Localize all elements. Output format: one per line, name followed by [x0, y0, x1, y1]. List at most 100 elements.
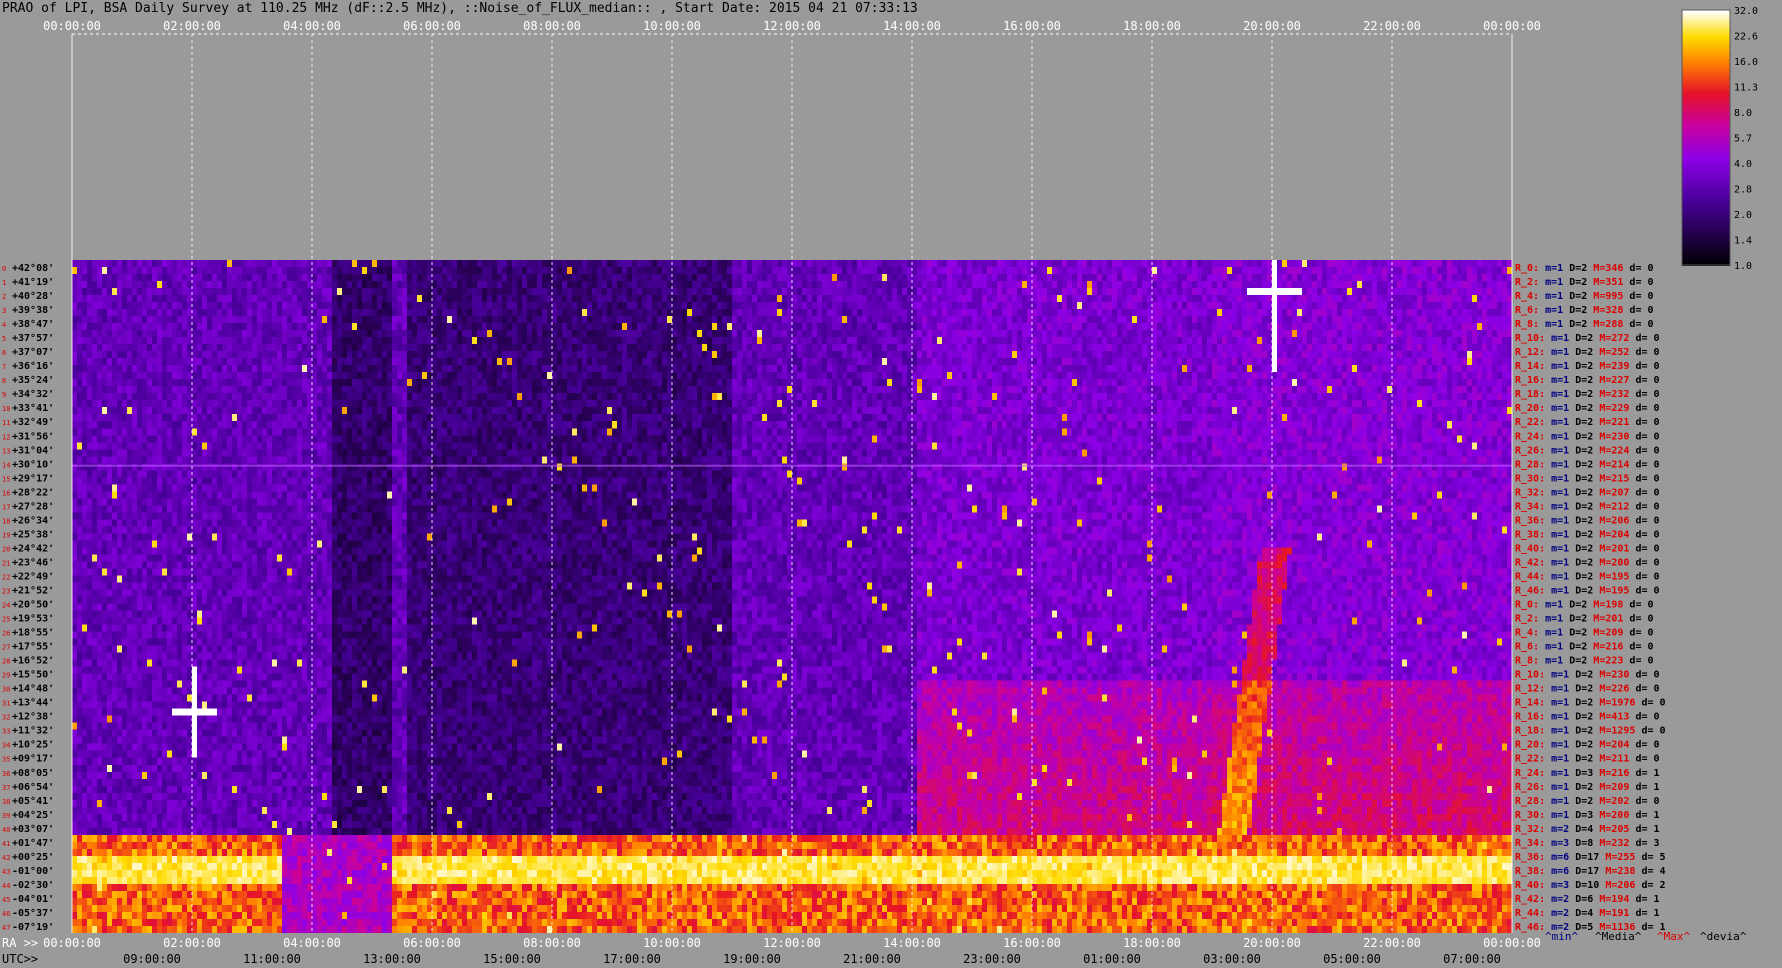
declination-label: +01°47'	[12, 838, 54, 849]
row-number: 44	[2, 882, 10, 890]
right-stats-row: R_42: m=2 D=6 M=194 d= 1	[1515, 894, 1660, 905]
utc-tick-label: 05:00:00	[1323, 952, 1381, 966]
stats-legend-label: ^Max^	[1657, 930, 1690, 943]
declination-label: +17°55'	[12, 642, 54, 653]
ra-axis-label: RA >>	[2, 936, 38, 950]
right-stats-row: R_8: m=1 D=2 M=223 d= 0	[1515, 656, 1654, 667]
row-number: 28	[2, 658, 10, 666]
row-number: 40	[2, 826, 10, 834]
right-stats-row: R_38: m=1 D=2 M=204 d= 0	[1515, 529, 1660, 540]
right-stats-row: R_44: m=2 D=4 M=191 d= 1	[1515, 908, 1660, 919]
row-number: 3	[2, 307, 6, 315]
declination-label: -07°19'	[12, 922, 54, 933]
right-stats-row: R_30: m=1 D=3 M=200 d= 1	[1515, 810, 1660, 821]
ra-tick-label: 12:00:00	[763, 936, 821, 950]
right-stats-row: R_4: m=1 D=2 M=209 d= 0	[1515, 628, 1654, 639]
row-number: 33	[2, 728, 10, 736]
utc-tick-label: 17:00:00	[603, 952, 661, 966]
declination-label: +29°17'	[12, 473, 54, 484]
right-stats-row: R_40: m=1 D=2 M=201 d= 0	[1515, 543, 1660, 554]
right-stats-row: R_22: m=1 D=2 M=211 d= 0	[1515, 754, 1660, 765]
declination-label: +21°52'	[12, 585, 54, 596]
declination-label: +19°53'	[12, 614, 54, 625]
right-stats-row: R_2: m=1 D=2 M=351 d= 0	[1515, 277, 1654, 288]
stats-legend-label: ^Media^	[1595, 930, 1642, 943]
right-stats-row: R_32: m=2 D=4 M=205 d= 1	[1515, 824, 1660, 835]
row-number: 8	[2, 377, 6, 385]
declination-label: +39°38'	[12, 305, 54, 316]
right-stats-row: R_14: m=1 D=2 M=1976 d= 0	[1515, 698, 1666, 709]
row-number: 30	[2, 686, 10, 694]
row-number: 2	[2, 293, 6, 301]
row-number: 38	[2, 798, 10, 806]
colorbar: 32.0 22.6 16.0 11.3 8.0 5.7 4.0 2.8 2.0 1.4 1.0	[1681, 6, 1758, 272]
declination-label: +31°04'	[12, 445, 54, 456]
utc-axis-label: UTC>>	[2, 952, 38, 966]
ra-tick-label: 00:00:00	[43, 936, 101, 950]
declination-label: +33°41'	[12, 403, 54, 414]
ra-tick-label: 22:00:00	[1363, 936, 1421, 950]
right-stats-row: R_10: m=1 D=2 M=230 d= 0	[1515, 670, 1660, 681]
ra-tick-label: 14:00:00	[883, 936, 941, 950]
right-stats-row: R_16: m=1 D=2 M=413 d= 0	[1515, 712, 1660, 723]
colorbar-tick-label: 5.7	[1734, 134, 1752, 145]
top-tick-label: 18:00:00	[1123, 19, 1181, 33]
colorbar-tick-label: 16.0	[1734, 57, 1758, 68]
declination-label: +09°17'	[12, 754, 54, 765]
right-stats-row: R_8: m=1 D=2 M=288 d= 0	[1515, 319, 1654, 330]
right-stats-row: R_26: m=1 D=2 M=209 d= 1	[1515, 782, 1660, 793]
utc-tick-label: 21:00:00	[843, 952, 901, 966]
row-number: 41	[2, 840, 10, 848]
right-stats-row: R_18: m=1 D=2 M=1295 d= 0	[1515, 726, 1666, 737]
right-stats-row: R_26: m=1 D=2 M=224 d= 0	[1515, 445, 1660, 456]
row-number: 20	[2, 545, 10, 553]
declination-label: +30°10'	[12, 459, 54, 470]
declination-label: +38°47'	[12, 319, 54, 330]
right-stats-row: R_24: m=1 D=2 M=230 d= 0	[1515, 431, 1660, 442]
row-number: 47	[2, 924, 10, 932]
declination-label: +23°46'	[12, 557, 54, 568]
row-number: 24	[2, 602, 10, 610]
right-stats-row: R_12: m=1 D=2 M=226 d= 0	[1515, 684, 1660, 695]
declination-label: +08°05'	[12, 768, 54, 779]
declination-label: +10°25'	[12, 740, 54, 751]
right-stats-row: R_36: m=1 D=2 M=206 d= 0	[1515, 515, 1660, 526]
row-number: 19	[2, 531, 10, 539]
stats-legend-label: ^min^	[1545, 930, 1578, 943]
declination-label: +22°49'	[12, 571, 54, 582]
declination-label: +27°28'	[12, 501, 54, 512]
top-tick-label: 12:00:00	[763, 19, 821, 33]
row-number: 29	[2, 672, 10, 680]
declination-label: -05°37'	[12, 908, 54, 919]
right-stats-row: R_2: m=1 D=2 M=201 d= 0	[1515, 614, 1654, 625]
row-number: 34	[2, 742, 10, 750]
ra-tick-label: 02:00:00	[163, 936, 221, 950]
row-number: 21	[2, 559, 10, 567]
declination-label: +03°07'	[12, 824, 54, 835]
right-stats-row: R_6: m=1 D=2 M=328 d= 0	[1515, 305, 1654, 316]
right-stats-row: R_34: m=1 D=2 M=212 d= 0	[1515, 501, 1660, 512]
right-stats-row: R_42: m=1 D=2 M=200 d= 0	[1515, 557, 1660, 568]
declination-label: +06°54'	[12, 782, 54, 793]
right-stats-row: R_6: m=1 D=2 M=216 d= 0	[1515, 642, 1654, 653]
top-tick-label: 16:00:00	[1003, 19, 1061, 33]
declination-label: +35°24'	[12, 375, 54, 386]
utc-tick-label: 19:00:00	[723, 952, 781, 966]
colorbar-tick-label: 4.0	[1734, 159, 1752, 170]
top-tick-label: 04:00:00	[283, 19, 341, 33]
declination-label: +15°50'	[12, 670, 54, 681]
ra-tick-label: 18:00:00	[1123, 936, 1181, 950]
ra-tick-label: 08:00:00	[523, 936, 581, 950]
utc-tick-label: 01:00:00	[1083, 952, 1141, 966]
utc-tick-label: 07:00:00	[1443, 952, 1501, 966]
row-number: 14	[2, 461, 10, 469]
right-stats-row: R_32: m=1 D=2 M=207 d= 0	[1515, 487, 1660, 498]
row-number: 37	[2, 784, 10, 792]
row-number: 43	[2, 868, 10, 876]
right-stats-row: R_18: m=1 D=2 M=232 d= 0	[1515, 389, 1660, 400]
declination-label: +14°48'	[12, 684, 54, 695]
right-stats-row: R_10: m=1 D=2 M=272 d= 0	[1515, 333, 1660, 344]
colorbar-tick-label: 11.3	[1734, 83, 1758, 94]
declination-label: +41°19'	[12, 277, 54, 288]
utc-tick-label: 15:00:00	[483, 952, 541, 966]
